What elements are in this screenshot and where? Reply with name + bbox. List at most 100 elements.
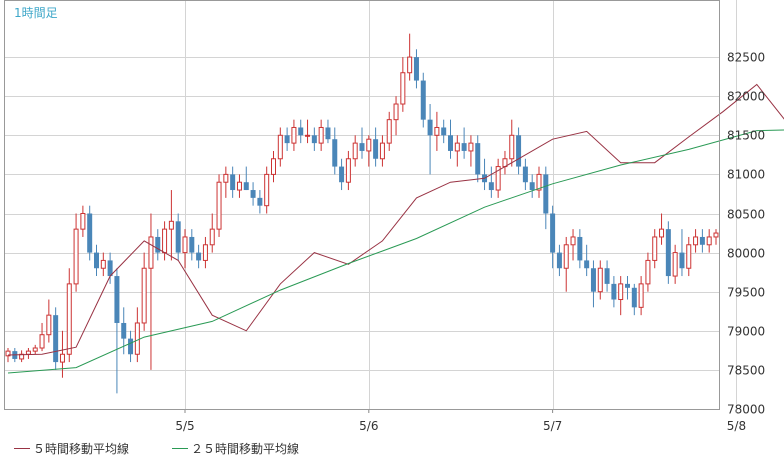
candle-body <box>189 236 195 253</box>
candle-body <box>563 244 569 269</box>
candle-body <box>522 166 528 183</box>
candle-body <box>461 143 467 151</box>
candle-body <box>134 322 140 355</box>
candlestick-chart: 78000 78500 79000 79500 80000 80500 81000 81500… <box>0 0 784 462</box>
candle-body <box>305 134 311 137</box>
candle-body <box>672 252 678 277</box>
candle-body <box>318 126 324 144</box>
candle-body <box>59 353 65 363</box>
candle-body <box>66 283 72 355</box>
y-tick-label: 81500 <box>727 129 765 143</box>
candle-body <box>223 173 229 183</box>
candle-body <box>516 135 522 167</box>
x-tick-label: 5/5 <box>175 419 194 433</box>
candle-body <box>475 143 481 175</box>
candle-body <box>699 236 705 245</box>
candle-body <box>625 283 630 288</box>
candle-body <box>652 236 658 261</box>
candle-body <box>454 142 460 152</box>
candle-body <box>645 259 651 285</box>
candle-down <box>87 205 93 261</box>
y-tick-label: 79500 <box>727 286 765 300</box>
candle-body <box>230 174 236 191</box>
candle-body <box>148 236 154 269</box>
candle-body <box>121 322 127 339</box>
candle-body <box>556 252 562 269</box>
legend-label-ma25: ２５時間移動平均線 <box>191 441 300 456</box>
candle-body <box>584 260 590 269</box>
candle-body <box>407 56 413 74</box>
candle-body <box>577 236 583 261</box>
x-tick-label: 5/7 <box>543 419 562 433</box>
candle-body <box>202 244 208 261</box>
candle-body <box>631 287 637 308</box>
candle-body <box>665 229 671 277</box>
candle-body <box>659 228 665 238</box>
candle-body <box>529 182 535 191</box>
period-label: 1時間足 <box>14 6 58 20</box>
candle-body <box>686 244 692 269</box>
candle-body <box>570 236 576 246</box>
candle-body <box>100 259 106 269</box>
candle-body <box>298 127 304 136</box>
candle-body <box>291 126 297 144</box>
candle-up <box>216 174 222 237</box>
candle-body <box>80 213 86 230</box>
candle-body <box>448 135 453 151</box>
candle-body <box>46 314 52 336</box>
candle-body <box>468 142 474 152</box>
candle-body <box>359 143 365 151</box>
candle-body <box>311 135 317 144</box>
candle-body <box>543 174 549 214</box>
y-tick-label: 78000 <box>727 403 765 417</box>
candle-body <box>441 127 447 136</box>
candle-body <box>393 103 399 121</box>
candle-body <box>25 350 31 355</box>
legend-swatch-ma5 <box>14 447 30 449</box>
x-tick-label: 5/8 <box>727 419 746 433</box>
candle-down <box>665 221 671 284</box>
candle-body <box>386 119 392 144</box>
candle-body <box>339 166 345 183</box>
candle-body <box>284 135 290 144</box>
candle-body <box>175 221 181 253</box>
candle-body <box>597 267 603 293</box>
candle-body <box>32 347 38 352</box>
candle-body <box>243 182 249 191</box>
legend-item-ma5: ５時間移動平均線 <box>14 440 129 456</box>
candle-body <box>114 276 120 323</box>
candle-body <box>39 334 45 349</box>
candle-body <box>679 252 685 269</box>
candle-body <box>420 80 426 120</box>
candle-body <box>162 228 168 254</box>
candle-body <box>604 268 610 284</box>
candle-body <box>638 283 644 308</box>
candle-body <box>209 228 215 246</box>
x-tick-label: 5/6 <box>359 419 378 433</box>
candle-body <box>53 315 59 363</box>
candle-body <box>345 158 351 183</box>
candle-down <box>53 307 59 370</box>
legend-label-ma5: ５時間移動平均線 <box>33 441 130 456</box>
candle-body <box>713 232 719 238</box>
y-tick-label: 79000 <box>727 325 765 339</box>
candle-body <box>413 57 419 81</box>
candle-body <box>434 126 440 136</box>
candle-down <box>420 72 426 128</box>
candle-body <box>611 283 617 300</box>
y-tick-label: 78500 <box>727 364 765 378</box>
candle-body <box>141 267 147 324</box>
candle-body <box>236 181 242 191</box>
candle-body <box>618 283 624 301</box>
candle-body <box>427 119 433 136</box>
candle-body <box>182 236 188 254</box>
candle-body <box>250 190 256 198</box>
candle-body <box>216 181 222 230</box>
candle-body <box>509 134 515 160</box>
candle-body <box>94 252 99 269</box>
candle-body <box>693 236 699 246</box>
candle-body <box>277 134 283 160</box>
candle-body <box>550 213 556 253</box>
y-tick-label: 80500 <box>727 208 765 222</box>
y-tick-label: 82000 <box>727 90 765 104</box>
